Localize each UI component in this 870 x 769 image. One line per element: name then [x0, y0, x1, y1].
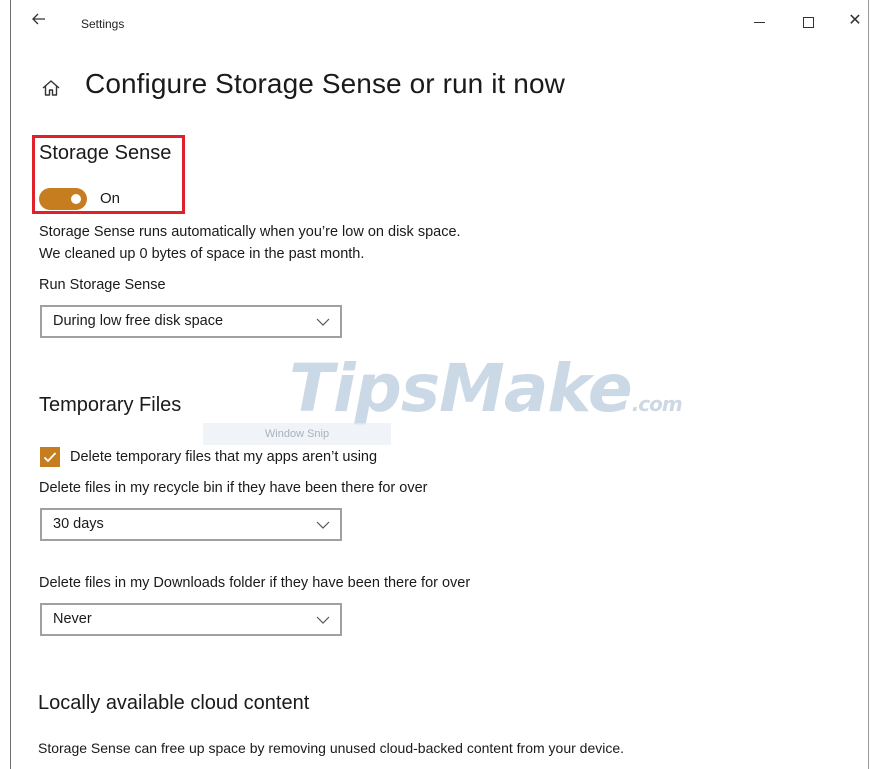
- title-bar: Settings ✕: [11, 0, 868, 44]
- delete-temp-files-label[interactable]: Delete temporary files that my apps aren…: [70, 449, 377, 465]
- storage-sense-cleaned-text: We cleaned up 0 bytes of space in the pa…: [39, 246, 365, 262]
- watermark-brand: TipsMake: [289, 350, 633, 427]
- maximize-button[interactable]: [793, 10, 823, 32]
- toggle-knob: [71, 194, 81, 204]
- cloud-content-heading: Locally available cloud content: [38, 692, 310, 714]
- delete-temp-files-checkbox[interactable]: [40, 447, 60, 467]
- minimize-icon: [753, 21, 765, 23]
- run-storage-sense-label: Run Storage Sense: [39, 277, 166, 293]
- page-title: Configure Storage Sense or run it now: [85, 68, 565, 99]
- home-icon[interactable]: [41, 78, 61, 98]
- recycle-bin-dropdown[interactable]: 30 days: [40, 508, 342, 541]
- toggle-state-label: On: [100, 190, 121, 207]
- minimize-button[interactable]: [744, 10, 774, 32]
- watermark-logo: TipsMake.com: [289, 350, 683, 427]
- dropdown-value: 30 days: [53, 516, 104, 532]
- dropdown-value: Never: [53, 611, 92, 627]
- storage-sense-toggle[interactable]: [39, 188, 87, 210]
- window-snip-tooltip: Window Snip: [203, 423, 391, 445]
- chevron-down-icon: [316, 613, 330, 627]
- close-icon: ✕: [848, 12, 862, 29]
- chevron-down-icon: [316, 518, 330, 532]
- temporary-files-heading: Temporary Files: [39, 394, 182, 416]
- downloads-folder-label: Delete files in my Downloads folder if t…: [39, 575, 471, 591]
- run-storage-sense-dropdown[interactable]: During low free disk space: [40, 305, 342, 338]
- dropdown-value: During low free disk space: [53, 313, 224, 329]
- settings-window: Settings ✕ Configure Storage Sense or ru…: [10, 0, 869, 769]
- maximize-icon: [802, 16, 814, 28]
- storage-sense-description: Storage Sense runs automatically when yo…: [39, 224, 461, 240]
- back-arrow-icon[interactable]: [31, 11, 51, 31]
- close-button[interactable]: ✕: [840, 10, 870, 32]
- recycle-bin-label: Delete files in my recycle bin if they h…: [39, 480, 428, 496]
- downloads-folder-dropdown[interactable]: Never: [40, 603, 342, 636]
- app-title: Settings: [81, 17, 125, 31]
- chevron-down-icon: [316, 315, 330, 329]
- checkmark-icon: [43, 452, 57, 463]
- watermark-suffix: .com: [631, 392, 683, 416]
- cloud-content-description: Storage Sense can free up space by remov…: [38, 740, 625, 756]
- storage-sense-heading: Storage Sense: [39, 142, 172, 164]
